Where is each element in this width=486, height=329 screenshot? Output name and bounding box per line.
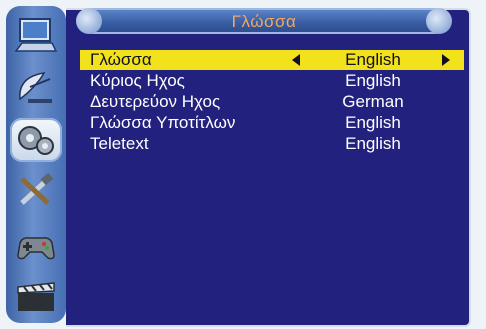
title-bar: Γλώσσα <box>76 8 452 34</box>
setting-value: English <box>345 50 401 69</box>
clapperboard-icon[interactable] <box>12 278 60 316</box>
setting-label: Γλώσσα <box>90 50 152 69</box>
setting-value: English <box>345 134 401 153</box>
setting-label: Γλώσσα Υποτίτλων <box>90 113 236 132</box>
arrow-left-icon[interactable] <box>292 54 300 66</box>
setting-row-teletext[interactable]: Teletext English <box>80 134 464 154</box>
computer-icon[interactable] <box>12 16 60 54</box>
gamepad-icon[interactable] <box>12 228 60 266</box>
setting-row-secondary-audio[interactable]: Δευτερεύον Ηχος German <box>80 92 464 112</box>
settings-gears-icon[interactable] <box>10 118 62 162</box>
setting-row-language[interactable]: Γλώσσα English <box>80 50 464 70</box>
page-title: Γλώσσα <box>231 12 297 31</box>
satellite-dish-icon[interactable] <box>12 68 60 106</box>
setting-row-primary-audio[interactable]: Κύριος Ηχος English <box>80 71 464 91</box>
sidebar <box>6 6 66 323</box>
setting-value: English <box>345 113 401 132</box>
settings-list: Γλώσσα English Κύριος Ηχος English Δευτε… <box>80 50 464 155</box>
setting-label: Κύριος Ηχος <box>90 71 185 90</box>
setting-label: Δευτερεύον Ηχος <box>90 92 221 111</box>
menu-frame: Γλώσσα Γλώσσα English Κύριος Ηχος Englis… <box>0 0 486 329</box>
setting-row-subtitle-language[interactable]: Γλώσσα Υποτίτλων English <box>80 113 464 133</box>
arrow-right-icon[interactable] <box>442 54 450 66</box>
tools-icon[interactable] <box>12 172 60 210</box>
setting-value: German <box>342 92 404 111</box>
setting-label: Teletext <box>90 134 149 153</box>
setting-value: English <box>345 71 401 90</box>
